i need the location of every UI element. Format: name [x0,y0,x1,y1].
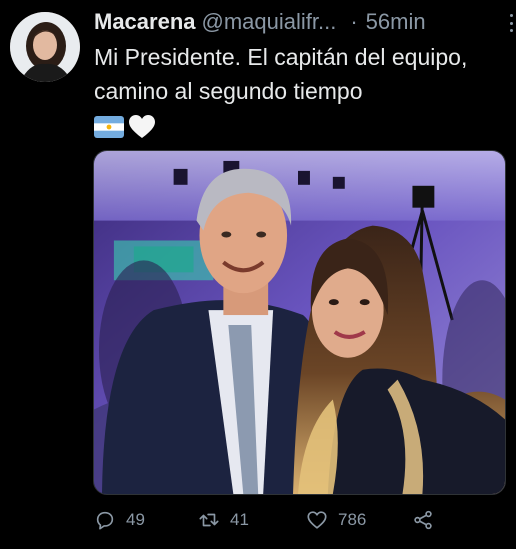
display-name[interactable]: Macarena [94,9,196,35]
tweet[interactable]: Macarena @maquialifr... · 56min Mi Presi… [0,0,516,549]
share-button[interactable] [412,506,434,534]
retweet-button[interactable]: 41 [198,506,249,534]
reply-button[interactable]: 49 [94,506,145,534]
argentina-flag-icon [94,116,124,138]
white-heart-icon [129,115,155,138]
more-options-icon[interactable] [508,14,514,32]
like-count: 786 [338,510,367,529]
reply-count: 49 [126,510,145,529]
avatar[interactable] [10,12,80,82]
tweet-photo[interactable] [93,150,506,495]
reply-icon [96,511,114,530]
emoji-row [94,114,156,140]
like-button[interactable]: 786 [306,506,366,534]
retweet-icon [199,513,219,527]
timestamp[interactable]: 56min [366,9,426,35]
retweet-count: 41 [230,510,249,529]
tweet-actions: 49 41 786 [94,506,504,534]
user-handle[interactable]: @maquialifr... [202,9,337,35]
share-icon [414,510,432,530]
heart-icon [307,511,327,529]
photo-image [94,151,505,494]
tweet-text: Mi Presidente. El capitán del equipo, ca… [94,44,468,104]
separator-dot: · [350,9,358,34]
tweet-header: Macarena @maquialifr... · 56min [94,8,504,36]
avatar-image [10,12,80,82]
